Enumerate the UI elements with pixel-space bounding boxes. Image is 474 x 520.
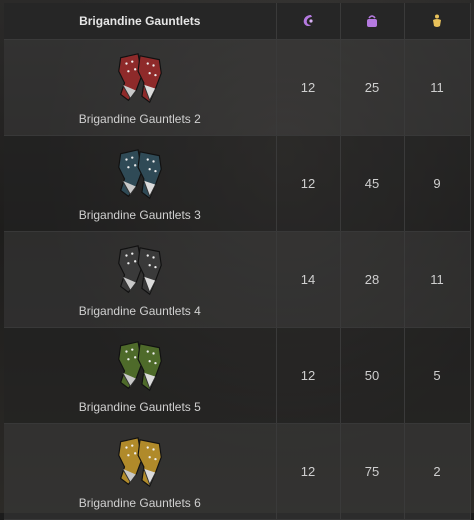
gold-value: 11 xyxy=(404,231,471,328)
header-title[interactable]: Brigandine Gauntlets xyxy=(4,3,277,40)
magic-resist-value: 12 xyxy=(276,327,341,424)
gauntlet-icon xyxy=(117,340,162,391)
table-row[interactable]: Brigandine Gauntlets 3 12 45 9 xyxy=(4,135,471,232)
gauntlets-table-panel: Brigandine Gauntlets Brigandine Gauntlet… xyxy=(0,0,474,520)
table-row[interactable]: Brigandine Gauntlets 4 14 28 11 xyxy=(4,231,471,328)
item-cell[interactable]: Brigandine Gauntlets 3 xyxy=(4,135,277,232)
item-name: Brigandine Gauntlets 6 xyxy=(78,495,201,510)
gold-value: 9 xyxy=(404,135,471,232)
item-name: Brigandine Gauntlets 5 xyxy=(78,399,201,414)
table-row[interactable]: Brigandine Gauntlets 2 12 25 11 xyxy=(4,39,471,136)
item-cell[interactable]: Brigandine Gauntlets 4 xyxy=(4,231,277,328)
magic-resist-value: 12 xyxy=(276,423,341,520)
weight-value: 75 xyxy=(340,423,405,520)
item-name: Brigandine Gauntlets 3 xyxy=(78,207,201,222)
item-cell[interactable]: Brigandine Gauntlets 2 xyxy=(4,39,277,136)
table-row[interactable]: Brigandine Gauntlets 6 12 75 2 xyxy=(4,423,471,520)
magic-resist-icon xyxy=(303,15,313,27)
weight-value: 50 xyxy=(340,327,405,424)
item-cell[interactable]: Brigandine Gauntlets 6 xyxy=(4,423,277,520)
gold-value: 11 xyxy=(404,39,471,136)
weight-bag-icon xyxy=(367,15,377,27)
item-name: Brigandine Gauntlets 4 xyxy=(78,303,201,318)
magic-resist-value: 12 xyxy=(276,39,341,136)
item-name: Brigandine Gauntlets 2 xyxy=(78,111,201,126)
weight-value: 45 xyxy=(340,135,405,232)
header-weight[interactable] xyxy=(340,3,405,40)
header-value[interactable] xyxy=(404,3,471,40)
weight-value: 28 xyxy=(340,231,405,328)
table-header-row: Brigandine Gauntlets xyxy=(4,3,471,40)
gauntlets-table: Brigandine Gauntlets Brigandine Gauntlet… xyxy=(4,3,471,520)
header-magic-resist[interactable] xyxy=(276,3,341,40)
table-row[interactable]: Brigandine Gauntlets 5 12 50 5 xyxy=(4,327,471,424)
magic-resist-value: 14 xyxy=(276,231,341,328)
gold-value: 5 xyxy=(404,327,471,424)
weight-value: 25 xyxy=(340,39,405,136)
gauntlet-icon xyxy=(117,148,162,199)
gauntlet-icon xyxy=(117,52,162,103)
magic-resist-value: 12 xyxy=(276,135,341,232)
item-cell[interactable]: Brigandine Gauntlets 5 xyxy=(4,327,277,424)
gold-value-icon xyxy=(433,14,441,27)
gauntlet-icon xyxy=(117,436,162,487)
gold-value: 2 xyxy=(404,423,471,520)
gauntlet-icon xyxy=(117,244,162,295)
